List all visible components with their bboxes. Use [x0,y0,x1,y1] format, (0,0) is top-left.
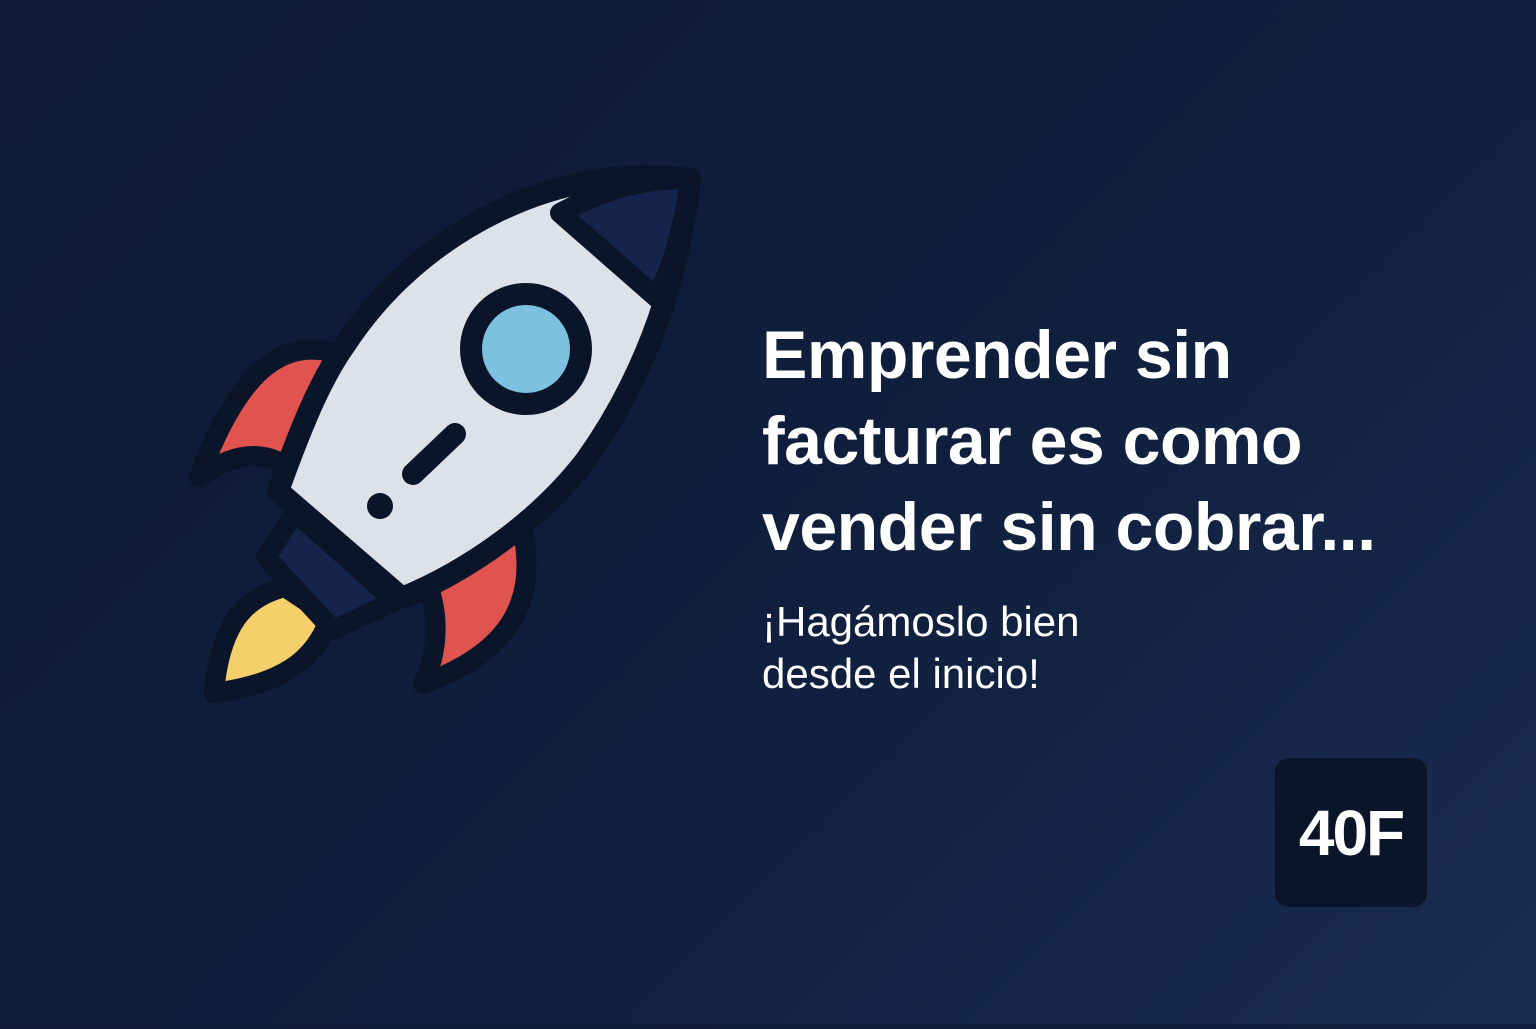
subheadline: ¡Hagámoslo bien desde el inicio! [762,596,1362,700]
rocket-dot [367,493,393,519]
subheadline-line-1: ¡Hagámoslo bien [762,598,1080,645]
headline-line-2: facturar es como [762,403,1302,479]
subheadline-line-2: desde el inicio! [762,650,1040,697]
rocket-window [460,283,592,415]
headline: Emprender sin facturar es como vender si… [762,312,1502,570]
headline-line-1: Emprender sin [762,317,1232,393]
brand-logo-text: 40F [1298,796,1405,869]
brand-logo: 40F [1275,758,1427,907]
headline-line-3: vender sin cobrar... [762,489,1376,565]
